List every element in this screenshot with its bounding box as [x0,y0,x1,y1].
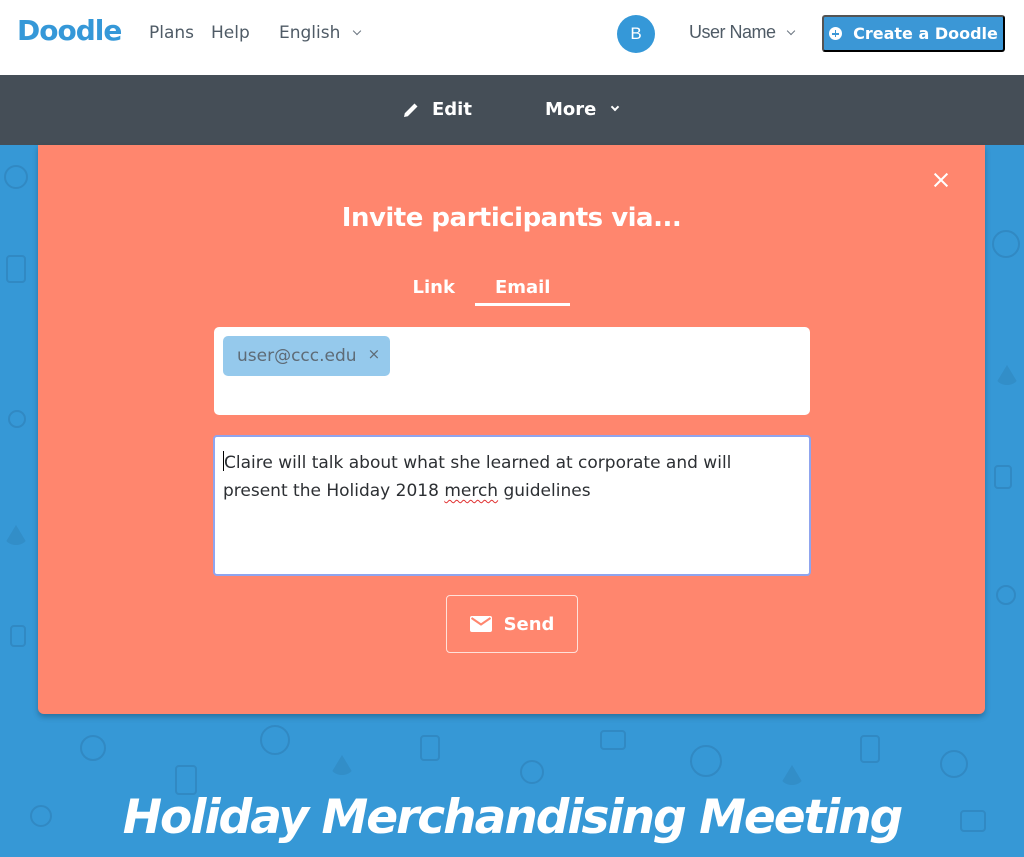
chevron-down-icon [353,26,362,36]
tab-email[interactable]: Email [474,277,571,306]
doodle-logo[interactable]: Doodle [17,14,122,47]
modal-title: Invite participants via... [341,203,682,233]
invite-participants-modal: Invite participants via... Link Email us… [38,145,985,714]
message-text: Claire will talk about what she learned … [223,451,732,501]
language-label: English [279,23,341,43]
user-avatar[interactable]: B [617,15,655,53]
edit-button[interactable]: Edit [402,99,472,120]
pencil-icon [404,103,418,117]
more-menu-button[interactable]: More [545,99,620,120]
invite-method-tabs: Link Email [38,277,985,306]
message-textarea[interactable]: Claire will talk about what she learned … [213,435,811,576]
user-name: User Name [689,22,776,42]
tab-link[interactable]: Link [413,277,475,306]
remove-recipient-icon[interactable]: × [368,345,381,363]
create-doodle-label: Create a Doodle [853,24,998,43]
close-icon[interactable] [933,172,949,188]
envelope-icon [469,616,492,632]
poll-title: Holiday Merchandising Meeting [122,790,904,845]
send-button[interactable]: Send [446,595,578,653]
recipient-email: user@ccc.edu [237,346,357,366]
recipient-chip: user@ccc.edu × [223,336,391,376]
chevron-down-icon [786,26,795,35]
more-label: More [545,99,597,120]
create-doodle-button[interactable]: Create a Doodle [822,15,1005,52]
edit-label: Edit [432,99,472,120]
nav-help-link[interactable]: Help [211,23,250,43]
chevron-down-icon [611,102,620,112]
nav-plans-link[interactable]: Plans [149,23,194,43]
top-header: Doodle Plans Help English B User Name Cr… [0,0,1024,75]
user-menu[interactable]: User Name [689,22,795,43]
send-label: Send [503,613,555,635]
recipient-email-input[interactable]: user@ccc.edu × [214,327,810,415]
language-selector[interactable]: English [279,23,362,43]
poll-toolbar: Edit More [0,75,1024,145]
misspelled-word: merch [444,481,499,501]
plus-circle-icon [829,27,843,40]
